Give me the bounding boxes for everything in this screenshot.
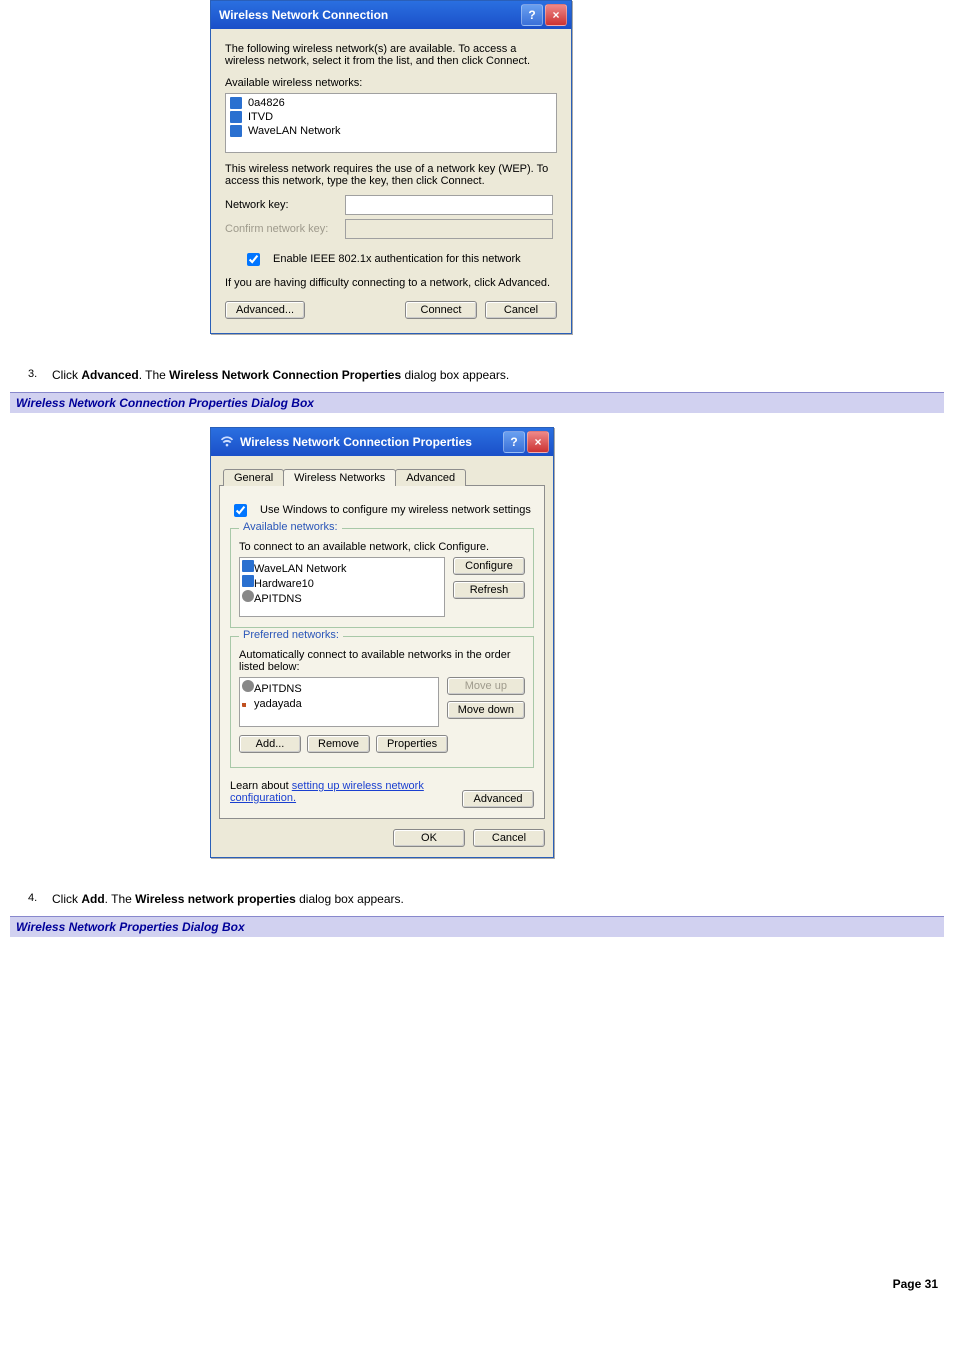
help-icon[interactable]: ? [521,4,543,26]
enable-8021x-label: Enable IEEE 802.1x authentication for th… [273,253,521,265]
adhoc-icon [242,680,254,692]
available-networks-label: Available wireless networks: [225,77,557,89]
use-windows-configure-checkbox[interactable] [234,504,247,517]
network-item[interactable]: 0a4826 [228,96,554,110]
preferred-networks-group: Preferred networks: Automatically connec… [230,636,534,768]
confirm-key-label: Confirm network key: [225,223,335,235]
remove-button[interactable]: Remove [307,735,370,753]
ok-button[interactable]: OK [393,829,465,847]
list-item[interactable]: yadayada [242,695,436,710]
learn-text: Learn about setting up wireless network … [230,780,454,804]
tab-wireless-networks[interactable]: Wireless Networks [283,469,396,486]
dialog-title: Wireless Network Connection [219,8,521,22]
available-networks-legend: Available networks: [239,521,342,533]
tab-advanced[interactable]: Advanced [395,469,466,486]
wireless-connection-dialog: Wireless Network Connection ? × The foll… [210,0,572,334]
refresh-button[interactable]: Refresh [453,581,525,599]
network-item[interactable]: WaveLAN Network [228,124,554,138]
network-key-input[interactable] [345,195,553,215]
preferred-instruction: Automatically connect to available netwo… [239,649,525,673]
list-item[interactable]: Hardware10 [242,575,442,590]
confirm-key-input [345,219,553,239]
list-item[interactable]: APITDNS [242,680,436,695]
step-4: Click Add. The Wireless network properti… [28,892,944,906]
step-3: Click Advanced. The Wireless Network Con… [28,368,944,382]
available-instruction: To connect to an available network, clic… [239,541,525,553]
available-networks-listbox[interactable]: 0a4826 ITVD WaveLAN Network [225,93,557,153]
advanced-button[interactable]: Advanced... [225,301,305,319]
use-windows-configure-label: Use Windows to configure my wireless net… [260,504,531,516]
wifi-icon [219,434,235,450]
available-networks-group: Available networks: To connect to an ava… [230,528,534,628]
signal-low-icon [242,695,254,707]
page-number: Page 31 [10,1277,938,1291]
signal-icon [242,560,254,572]
help-icon[interactable]: ? [503,431,525,453]
cancel-button[interactable]: Cancel [485,301,557,319]
adhoc-icon [242,590,254,602]
signal-icon [230,97,242,109]
advanced-button[interactable]: Advanced [462,790,534,808]
wireless-properties-dialog: Wireless Network Connection Properties ?… [210,427,554,858]
list-item[interactable]: APITDNS [242,590,442,605]
connect-button[interactable]: Connect [405,301,477,319]
tab-panel: Use Windows to configure my wireless net… [219,485,545,819]
wep-text: This wireless network requires the use o… [225,163,557,187]
titlebar: Wireless Network Connection ? × [211,1,571,29]
titlebar: Wireless Network Connection Properties ?… [211,428,553,456]
tab-strip: General Wireless Networks Advanced [219,468,545,485]
move-up-button: Move up [447,677,525,695]
configure-button[interactable]: Configure [453,557,525,575]
properties-button[interactable]: Properties [376,735,448,753]
intro-text: The following wireless network(s) are av… [225,43,557,67]
network-item[interactable]: ITVD [228,110,554,124]
dialog-title: Wireless Network Connection Properties [240,435,503,449]
tab-general[interactable]: General [223,469,284,486]
preferred-networks-legend: Preferred networks: [239,629,343,641]
add-button[interactable]: Add... [239,735,301,753]
move-down-button[interactable]: Move down [447,701,525,719]
preferred-listbox[interactable]: APITDNS yadayada [239,677,439,727]
section-heading-1: Wireless Network Connection Properties D… [10,392,944,413]
available-listbox[interactable]: WaveLAN Network Hardware10 APITDNS [239,557,445,617]
signal-icon [230,111,242,123]
help-text: If you are having difficulty connecting … [225,277,557,289]
list-item[interactable]: WaveLAN Network [242,560,442,575]
section-heading-2: Wireless Network Properties Dialog Box [10,916,944,937]
signal-icon [242,575,254,587]
close-icon[interactable]: × [545,4,567,26]
signal-icon [230,125,242,137]
enable-8021x-checkbox[interactable] [247,253,260,266]
network-key-label: Network key: [225,199,335,211]
cancel-button[interactable]: Cancel [473,829,545,847]
close-icon[interactable]: × [527,431,549,453]
